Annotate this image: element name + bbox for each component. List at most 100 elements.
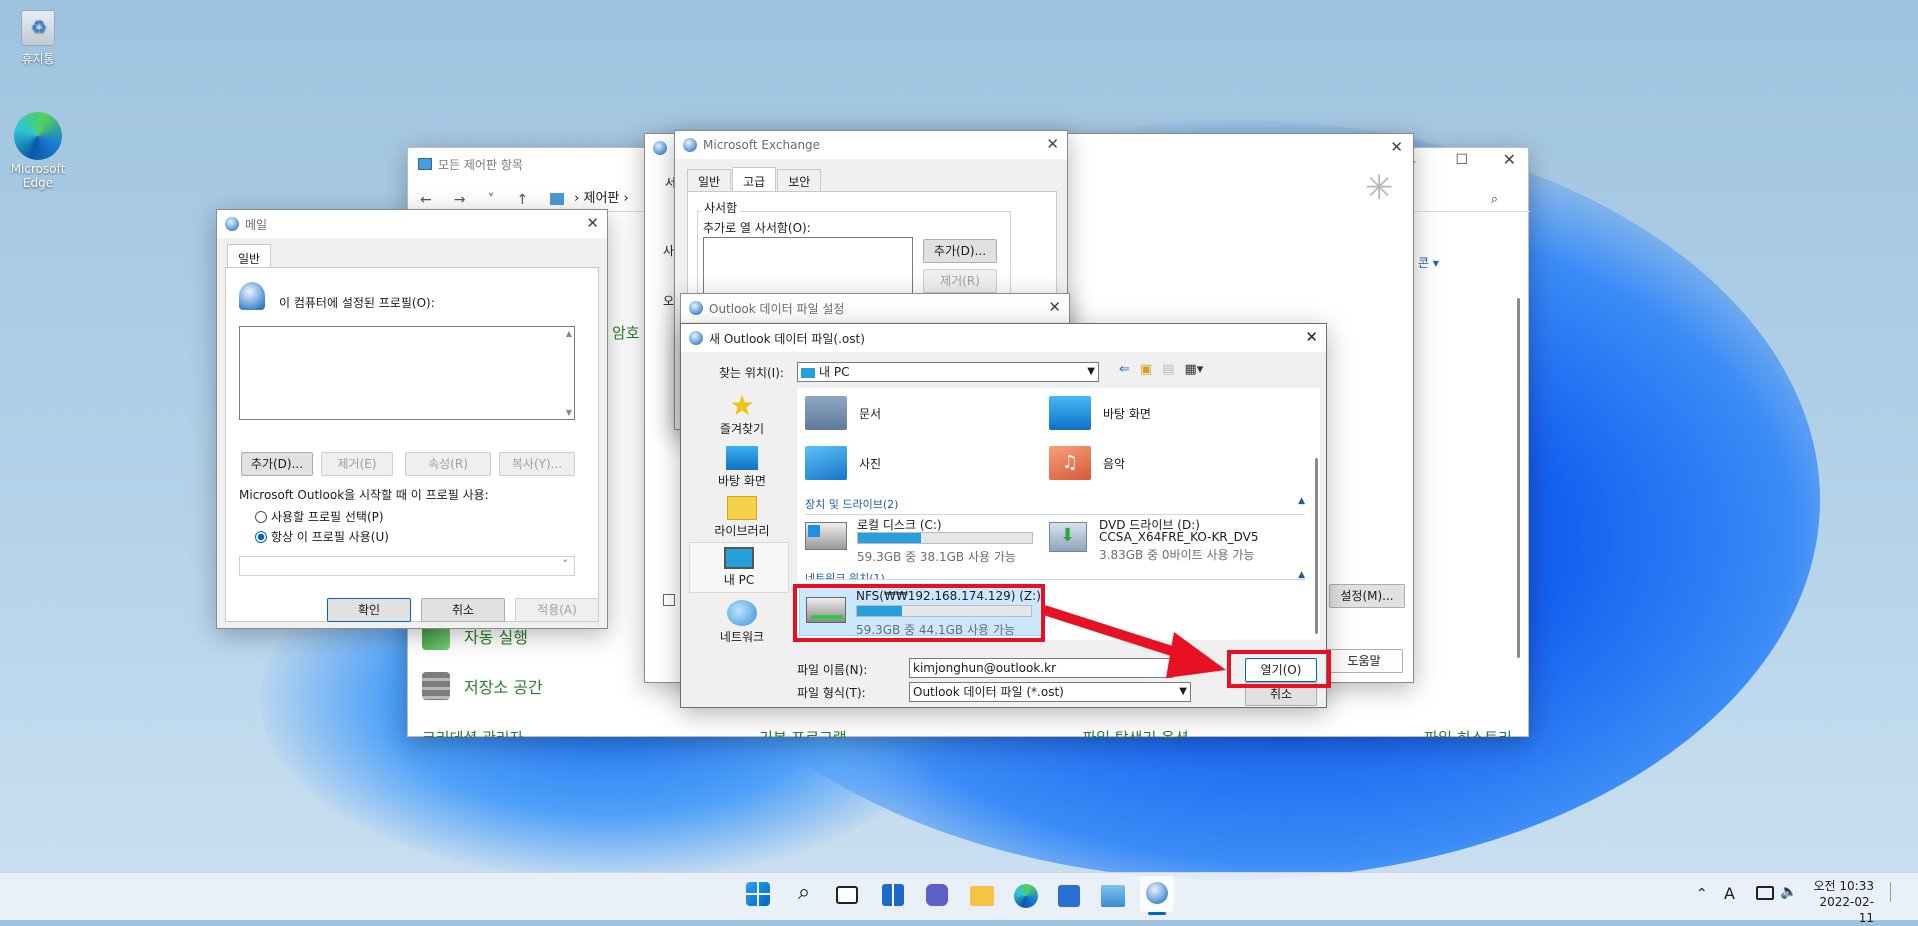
drive-d[interactable]: ⬇ DVD 드라이브 (D:) CCSA_X64FRE_KO-KR_DV5 3.… <box>1049 516 1309 566</box>
account-label: 오 <box>663 294 675 308</box>
ime-indicator[interactable]: A <box>1724 884 1735 903</box>
new-folder-icon[interactable]: ▤ <box>1162 362 1174 377</box>
network-icon[interactable] <box>1756 886 1774 900</box>
recycle-bin-label: 휴지통 <box>21 52 55 66</box>
control-panel-title: 모든 제어판 항목 <box>438 157 523 172</box>
profiles-list[interactable]: ▲ ▼ <box>239 326 575 420</box>
folder-documents[interactable]: 문서 <box>805 396 881 430</box>
breadcrumb-item[interactable]: 제어판 <box>583 191 619 206</box>
mailbox-group-label: 사서함 <box>701 199 741 216</box>
list-scrollbar[interactable] <box>1315 458 1318 634</box>
chat-icon[interactable] <box>926 884 948 906</box>
edge-icon[interactable]: Microsoft Edge <box>0 112 78 190</box>
music-icon: ♫ <box>1049 446 1091 480</box>
filetype-select[interactable]: Outlook 데이터 파일 (*.ost) ▼ <box>909 682 1191 702</box>
apply-button[interactable]: 적용(A) <box>515 598 599 622</box>
ok-button[interactable]: 확인 <box>327 598 411 622</box>
look-in-select[interactable]: 내 PC ▼ <box>797 362 1099 382</box>
nav-this-pc[interactable]: 내 PC <box>689 542 789 593</box>
outlook-globe-icon <box>653 141 667 155</box>
tab-general[interactable]: 일반 <box>687 169 732 193</box>
control-panel-icon <box>418 158 432 170</box>
help-button[interactable]: 도움말 <box>1325 649 1403 673</box>
forward-icon[interactable]: → <box>454 192 466 208</box>
active-indicator <box>1148 912 1166 915</box>
storage-icon <box>422 672 450 700</box>
folder-desktop[interactable]: 바탕 화면 <box>1049 396 1151 430</box>
collapse-icon[interactable]: ▲ <box>1298 570 1305 579</box>
close-icon[interactable]: ✕ <box>1390 138 1403 156</box>
nav-favorites[interactable]: ★ 즐겨찾기 <box>687 392 797 437</box>
checkbox[interactable] <box>663 594 675 606</box>
view-by-link[interactable]: 콘 ▾ <box>1418 254 1439 271</box>
view-menu-icon[interactable]: ▦▾ <box>1185 362 1204 377</box>
chevron-up-icon[interactable]: ⌃ <box>1696 886 1708 902</box>
back-icon[interactable]: ← <box>420 192 432 208</box>
radio-prompt-label: 사용할 프로필 선택(P) <box>271 510 384 524</box>
scroll-up-icon[interactable]: ▲ <box>566 329 572 338</box>
control-panel-taskbar-icon[interactable] <box>1101 885 1125 907</box>
tab-advanced[interactable]: 고급 <box>732 167 777 193</box>
nav-network[interactable]: 네트워크 <box>687 600 797 645</box>
taskbar <box>0 872 1918 920</box>
store-icon[interactable] <box>1058 885 1080 907</box>
group-devices-header[interactable]: 장치 및 드라이브(2) ▲ <box>805 496 1305 515</box>
start-icon[interactable] <box>746 882 770 906</box>
widgets-icon[interactable] <box>882 884 904 906</box>
profile-select[interactable]: ˅ <box>239 556 575 576</box>
collapse-icon[interactable]: ▲ <box>1298 496 1305 506</box>
search-icon[interactable]: ⌕ <box>1491 192 1498 207</box>
add-profile-button[interactable]: 추가(D)... <box>241 452 313 476</box>
startup-label: Microsoft Outlook을 시작할 때 이 프로필 사용: <box>239 488 489 502</box>
maximize-button[interactable]: ☐ <box>1455 152 1468 168</box>
remove-mailbox-button[interactable]: 제거(R) <box>923 269 997 293</box>
scrollbar[interactable] <box>1517 298 1520 658</box>
recycle-bin-icon[interactable]: ♻ 휴지통 <box>0 10 78 67</box>
nav-desktop[interactable]: 바탕 화면 <box>687 446 797 489</box>
search-icon[interactable]: ⌕ <box>792 882 816 906</box>
properties-button[interactable]: 속성(R) <box>405 452 491 476</box>
group-network-header[interactable]: 네트워크 위치(1) ▲ <box>805 570 1305 580</box>
settings-button[interactable]: 설정(M)... <box>1329 584 1405 608</box>
add-mailbox-button[interactable]: 추가(D)... <box>923 239 997 263</box>
folder-pictures[interactable]: 사진 <box>805 446 881 480</box>
edge-icon[interactable] <box>1014 884 1038 908</box>
pc-icon <box>801 367 815 378</box>
outlook-globe-icon <box>683 138 697 152</box>
highlight-box <box>793 584 1045 642</box>
tab-security[interactable]: 보안 <box>777 169 822 193</box>
task-view-icon[interactable] <box>836 886 858 904</box>
close-icon[interactable]: ✕ <box>1048 298 1061 316</box>
exchange-title: Microsoft Exchange <box>703 138 821 152</box>
dvd-drive-icon: ⬇ <box>1049 522 1087 552</box>
folder-music[interactable]: ♫ 음악 <box>1049 446 1125 480</box>
volume-icon[interactable]: 🔈 <box>1780 884 1797 900</box>
chevron-down-icon: ▼ <box>1087 366 1095 377</box>
up-folder-icon[interactable]: ▣ <box>1140 362 1152 377</box>
clock[interactable]: 오전 10:33 2022-02-11 <box>1812 878 1874 926</box>
open-dialog-title: 새 Outlook 데이터 파일(.ost) <box>709 331 865 346</box>
file-explorer-icon[interactable] <box>970 886 994 906</box>
pictures-icon <box>805 446 847 480</box>
open-mailboxes-label: 추가로 열 사서함(O): <box>703 221 811 235</box>
close-icon[interactable]: ✕ <box>1305 328 1318 346</box>
cancel-button[interactable]: 취소 <box>421 598 505 622</box>
close-icon[interactable]: ✕ <box>1046 135 1059 153</box>
nav-libraries[interactable]: 라이브러리 <box>687 496 797 539</box>
close-icon[interactable]: ✕ <box>1503 150 1516 169</box>
close-icon[interactable]: ✕ <box>586 214 599 232</box>
up-icon[interactable]: ↑ <box>516 192 528 208</box>
copy-profile-button[interactable]: 복사(Y)... <box>499 452 575 476</box>
control-panel-item-mail[interactable]: 암호 <box>612 322 640 343</box>
outlook-mail-taskbar-icon[interactable] <box>1140 876 1174 912</box>
remove-profile-button[interactable]: 제거(E) <box>321 452 393 476</box>
drive-c[interactable]: 로컬 디스크 (C:) 59.3GB 중 38.1GB 사용 가능 <box>805 516 1045 566</box>
chevron-down-icon[interactable]: ˅ <box>487 192 494 208</box>
notification-icon[interactable] <box>1890 882 1904 902</box>
radio-prompt[interactable]: 사용할 프로필 선택(P) <box>255 508 384 525</box>
control-panel-item-storage[interactable]: 저장소 공간 <box>422 672 543 700</box>
radio-always[interactable]: 항상 이 프로필 사용(U) <box>255 528 389 545</box>
back-icon[interactable]: ⇐ <box>1119 362 1130 377</box>
scroll-down-icon[interactable]: ▼ <box>566 408 572 417</box>
account-label: 사 <box>663 244 675 258</box>
